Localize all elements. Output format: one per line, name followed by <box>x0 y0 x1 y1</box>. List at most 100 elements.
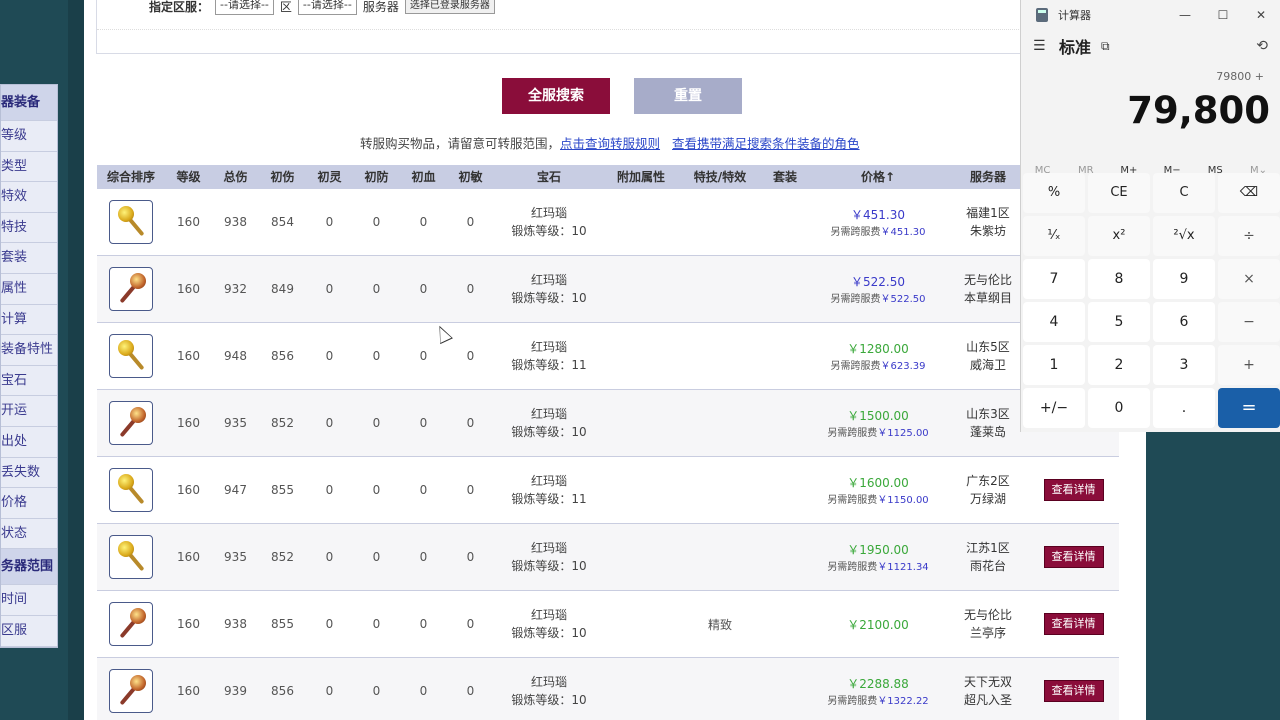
total-damage-cell: 935 <box>224 550 247 564</box>
view-detail-button[interactable]: 查看详情 <box>1043 479 1104 501</box>
calculator-key[interactable]: ⌫ <box>1218 173 1280 213</box>
background-strip-right <box>1146 430 1280 720</box>
calculator-key[interactable]: % <box>1023 173 1085 213</box>
price: ￥1600.00 <box>847 476 909 490</box>
view-detail-button[interactable]: 查看详情 <box>1043 546 1104 568</box>
server-name: 兰亭序 <box>969 626 1006 640</box>
sidebar-item[interactable]: 区服 <box>1 616 57 647</box>
search-all-button[interactable]: 全服搜索 <box>502 78 610 114</box>
calculator-key[interactable]: 2 <box>1088 345 1150 385</box>
init-defense-cell: 0 <box>372 416 381 430</box>
price-cell: ￥2100.00 <box>808 616 948 633</box>
maximize-icon[interactable]: ☐ <box>1204 8 1242 22</box>
price-cell: ￥451.30 另需跨服费￥451.30 <box>808 206 948 238</box>
left-sidebar: 器装备 等级 类型 特效 特技 套装 属性 计算 装备特性 宝石 开运 出处 丢失数 价格 状态 务器范围 时间… <box>0 84 58 648</box>
server-select[interactable]: --请选择-- <box>297 0 357 15</box>
server-cell: 广东2区 万绿湖 <box>948 472 1028 508</box>
sidebar-item[interactable]: 等级 <box>1 121 57 152</box>
forge-level: 锻炼等级：10 <box>511 425 587 439</box>
calculator-key[interactable]: ¹⁄ₓ <box>1023 216 1085 256</box>
calculator-key[interactable]: 6 <box>1153 302 1215 342</box>
column-header[interactable]: 价格↑ <box>808 165 948 189</box>
gem-name: 红玛瑙 <box>530 608 567 622</box>
sidebar-item[interactable]: 器装备 <box>1 85 57 121</box>
sidebar-item[interactable]: 宝石 <box>1 366 57 397</box>
init-damage-cell: 852 <box>271 416 294 430</box>
screen: 器装备 等级 类型 特效 特技 套装 属性 计算 装备特性 宝石 开运 出处 丢失数 价格 状态 务器范围 时间… <box>0 0 1280 720</box>
staff-icon[interactable] <box>109 468 153 512</box>
sidebar-item[interactable]: 状态 <box>1 519 57 550</box>
calculator-key[interactable]: 7 <box>1023 259 1085 299</box>
sidebar-item[interactable]: 开运 <box>1 396 57 427</box>
calculator-key[interactable]: 4 <box>1023 302 1085 342</box>
sidebar-item[interactable]: 特效 <box>1 182 57 213</box>
server-name: 本草纲目 <box>963 291 1012 305</box>
calculator-key[interactable]: CE <box>1088 173 1150 213</box>
init-speed-cell: 0 <box>466 617 475 631</box>
init-spirit-cell: 0 <box>325 416 334 430</box>
calculator-key[interactable]: 1 <box>1023 345 1085 385</box>
calculator-key[interactable]: − <box>1218 302 1280 342</box>
level-cell: 160 <box>177 483 200 497</box>
calculator-key[interactable]: 5 <box>1088 302 1150 342</box>
menu-icon[interactable]: ☰ <box>1033 38 1047 54</box>
calculator-key[interactable]: 3 <box>1153 345 1215 385</box>
calculator-key[interactable]: + <box>1218 345 1280 385</box>
staff-icon[interactable] <box>109 535 153 579</box>
sidebar-item[interactable]: 套装 <box>1 243 57 274</box>
calculator-key[interactable]: 0 <box>1088 388 1150 428</box>
matching-roles-link[interactable]: 查看携带满足搜索条件装备的角色 <box>672 136 860 151</box>
sidebar-item[interactable]: 出处 <box>1 427 57 458</box>
sidebar-item[interactable]: 丢失数 <box>1 458 57 489</box>
staff-icon[interactable] <box>109 602 153 646</box>
calculator-key[interactable]: ÷ <box>1218 216 1280 256</box>
calculator-key[interactable]: = <box>1218 388 1280 428</box>
table-body: 160 938 854 0 0 0 0 红玛瑙 锻炼等级：10 ￥451.30 另需跨服费￥451.… <box>97 189 1119 720</box>
calculator-key[interactable]: x² <box>1088 216 1150 256</box>
view-detail-button[interactable]: 查看详情 <box>1043 680 1104 702</box>
init-damage-cell: 856 <box>271 349 294 363</box>
calculator-key[interactable]: . <box>1153 388 1215 428</box>
staff-icon[interactable] <box>109 669 153 713</box>
column-header: 初伤 <box>270 170 295 184</box>
sidebar-item[interactable]: 务器范围 <box>1 549 57 586</box>
price: ￥1280.00 <box>847 342 909 356</box>
init-defense-cell: 0 <box>372 550 381 564</box>
pick-logged-server-button[interactable]: 选择已登录服务器 <box>404 0 495 14</box>
sidebar-item[interactable]: 属性 <box>1 274 57 305</box>
reset-button[interactable]: 重置 <box>634 78 742 114</box>
calculator-key[interactable]: +/− <box>1023 388 1085 428</box>
staff-icon[interactable] <box>109 401 153 445</box>
calculator-key[interactable]: ²√x <box>1153 216 1215 256</box>
view-detail-button[interactable]: 查看详情 <box>1043 613 1104 635</box>
staff-icon[interactable] <box>109 334 153 378</box>
sidebar-item[interactable]: 装备特性 <box>1 335 57 366</box>
gem-name: 红玛瑙 <box>530 675 567 689</box>
init-spirit-cell: 0 <box>325 349 334 363</box>
staff-icon[interactable] <box>109 200 153 244</box>
server-suffix: 服务器 <box>362 0 399 14</box>
column-header: 附加属性 <box>616 170 665 184</box>
minimize-icon[interactable]: — <box>1166 8 1204 22</box>
sidebar-item[interactable]: 计算 <box>1 305 57 336</box>
transfer-rules-link[interactable]: 点击查询转服规则 <box>560 136 660 151</box>
column-header[interactable]: 综合排序 <box>97 165 165 189</box>
sidebar-item[interactable]: 价格 <box>1 488 57 519</box>
server-cell: 无与伦比 本草纲目 <box>948 271 1028 307</box>
init-spirit-cell: 0 <box>325 550 334 564</box>
calculator-key[interactable]: 9 <box>1153 259 1215 299</box>
keep-on-top-icon[interactable]: ⧉ <box>1101 39 1110 54</box>
staff-icon[interactable] <box>109 267 153 311</box>
calculator-key[interactable]: C <box>1153 173 1215 213</box>
calculator-key[interactable]: 8 <box>1088 259 1150 299</box>
sidebar-item[interactable]: 特技 <box>1 213 57 244</box>
history-icon[interactable]: ⟲ <box>1256 38 1268 54</box>
calculator-key[interactable]: × <box>1218 259 1280 299</box>
sidebar-item[interactable]: 类型 <box>1 152 57 183</box>
zone-select[interactable]: --请选择-- <box>215 0 274 15</box>
close-icon[interactable]: ✕ <box>1242 8 1280 22</box>
item-cell <box>97 468 165 512</box>
server-name: 朱紫坊 <box>969 224 1006 238</box>
sidebar-item[interactable]: 时间 <box>1 585 57 616</box>
server-cell: 无与伦比 兰亭序 <box>948 606 1028 642</box>
